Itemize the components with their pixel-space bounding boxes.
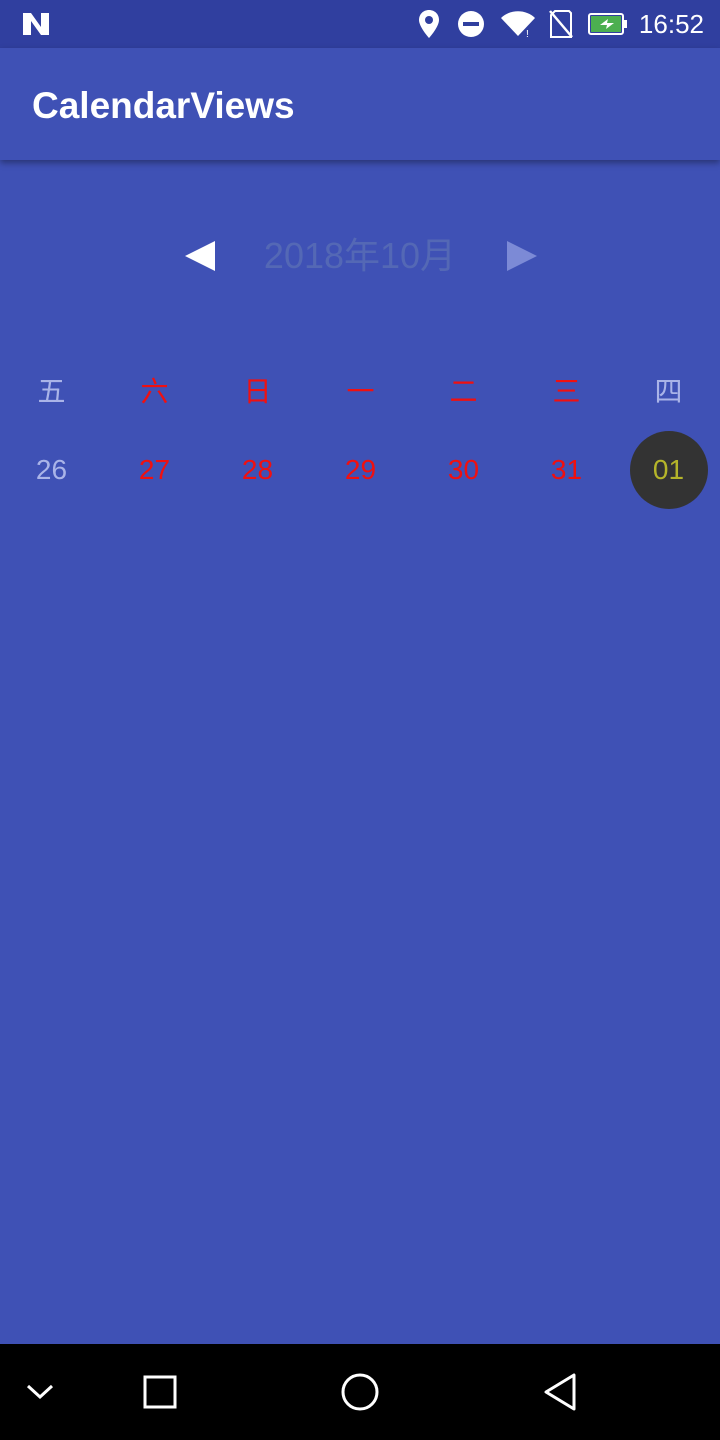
location-icon [414,0,444,48]
weekday-tue: 二 [449,376,478,407]
do-not-disturb-icon [456,0,486,48]
weekday-fri: 五 [37,376,66,407]
calendar-view: 2018年10月 五 六 日 一 二 三 四 26 27 28 29 30 31… [0,160,720,1344]
day-cell[interactable]: 31 [515,430,618,510]
prev-month-button[interactable] [168,224,232,288]
selected-day: 01 [629,431,708,509]
wifi-icon: ! [498,0,538,48]
weekday-header: 五 六 日 一 二 三 四 [0,350,720,430]
recents-square-icon[interactable] [120,1344,200,1440]
month-title: 2018年10月 [263,235,457,276]
month-navigation: 2018年10月 [0,224,720,288]
no-sim-icon [546,0,576,48]
weekday-mon: 一 [346,376,375,407]
status-time: 16:52 [638,9,704,39]
day-cell[interactable]: 26 [0,430,103,510]
triangle-left-icon [185,241,215,271]
weekday-thu: 四 [654,376,683,407]
app-bar: CalendarViews [0,48,720,160]
weekday-sat: 六 [140,376,169,407]
selected-day-cell[interactable]: 01 [617,430,720,510]
day-cell[interactable]: 30 [412,430,515,510]
triangle-right-icon [507,241,537,271]
weekday-sun: 日 [243,376,272,407]
next-month-button[interactable] [490,224,554,288]
chevron-down-icon[interactable] [0,1344,80,1440]
svg-text:!: ! [526,29,529,38]
date-row: 26 27 28 29 30 31 01 [0,430,720,510]
day-cell[interactable]: 28 [206,430,309,510]
back-triangle-icon[interactable] [520,1344,600,1440]
notification-n-icon [20,0,52,48]
system-nav-bar [0,1344,720,1440]
weekday-wed: 三 [552,376,581,407]
status-bar: ! 16:52 [0,0,720,48]
day-cell[interactable]: 27 [103,430,206,510]
app-title: CalendarViews [32,85,295,126]
battery-charging-icon [586,0,630,48]
home-circle-icon[interactable] [320,1344,400,1440]
day-cell[interactable]: 29 [309,430,412,510]
screen: ! 16:52 CalendarViews 2018年10月 五 六 日 一 二… [0,0,720,1440]
